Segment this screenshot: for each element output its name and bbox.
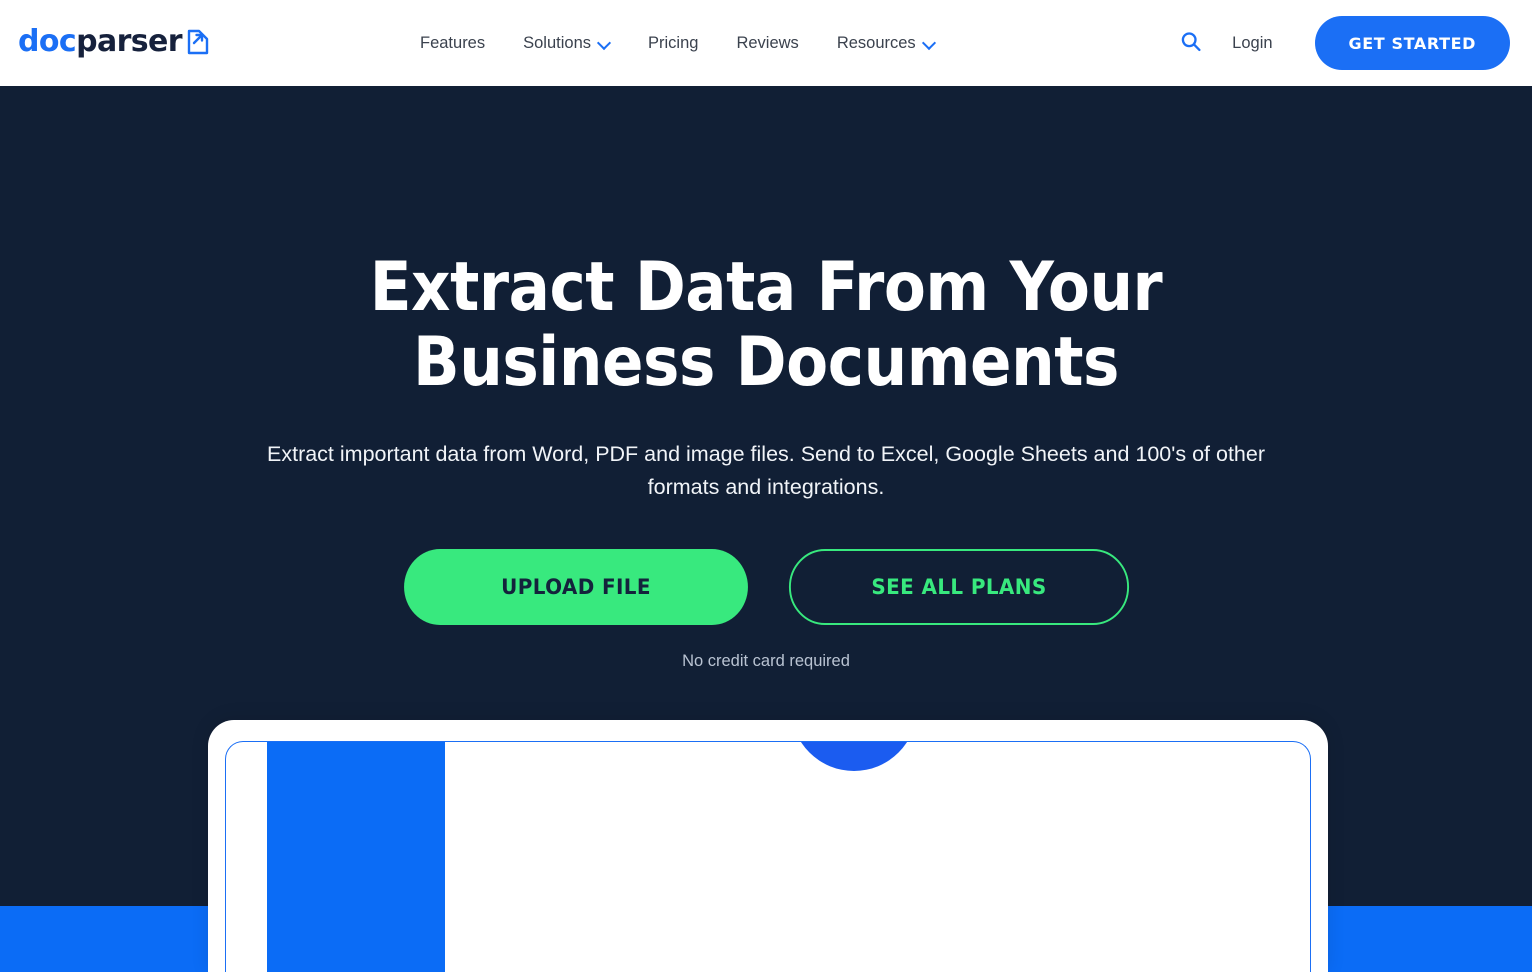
main-navigation: Features Solutions Pricing Reviews Resou…	[420, 0, 954, 86]
nav-item-features[interactable]: Features	[420, 34, 504, 53]
see-all-plans-button[interactable]: SEE ALL PLANS	[788, 549, 1129, 625]
app-sidebar-panel	[267, 742, 445, 972]
get-started-button[interactable]: GET STARTED	[1314, 16, 1510, 70]
logo-text-parser: parser	[76, 24, 183, 59]
chevron-down-icon	[599, 37, 610, 48]
nav-item-label: Solutions	[523, 33, 592, 52]
nav-item-reviews[interactable]: Reviews	[717, 34, 817, 53]
app-preview-card	[208, 720, 1328, 972]
hero-title-line-1: Extract Data From Your	[369, 248, 1163, 327]
chevron-down-icon	[924, 37, 935, 48]
page-title: Extract Data From Your Business Document…	[77, 248, 1456, 402]
no-credit-card-note: No credit card required	[682, 652, 850, 670]
search-icon	[1179, 30, 1203, 57]
upload-file-button[interactable]: UPLOAD FILE	[403, 549, 748, 625]
nav-item-pricing[interactable]: Pricing	[629, 34, 717, 53]
document-export-icon	[186, 29, 210, 55]
hero-cta-group: UPLOAD FILE SEE ALL PLANS	[0, 549, 1532, 625]
nav-item-label: Resources	[836, 33, 916, 52]
hero-title-line-2: Business Documents	[413, 322, 1119, 402]
header-actions: Login GET STARTED	[1172, 0, 1510, 86]
avatar	[791, 742, 917, 771]
login-link[interactable]: Login	[1232, 34, 1272, 53]
nav-item-resources[interactable]: Resources	[818, 34, 954, 53]
search-button[interactable]	[1172, 24, 1210, 62]
hero-subtitle: Extract important data from Word, PDF an…	[267, 442, 1265, 500]
nav-item-solutions[interactable]: Solutions	[504, 34, 629, 53]
app-window-frame	[225, 741, 1311, 972]
nav-item-label: Reviews	[736, 33, 799, 52]
site-header: docparser Features Solutions Pricing Rev…	[0, 0, 1532, 86]
hero-section: Extract Data From Your Business Document…	[0, 86, 1532, 972]
logo-text-doc: doc	[18, 24, 77, 59]
logo[interactable]: docparser	[18, 22, 210, 62]
nav-item-label: Pricing	[648, 33, 699, 52]
nav-item-label: Features	[420, 33, 486, 52]
